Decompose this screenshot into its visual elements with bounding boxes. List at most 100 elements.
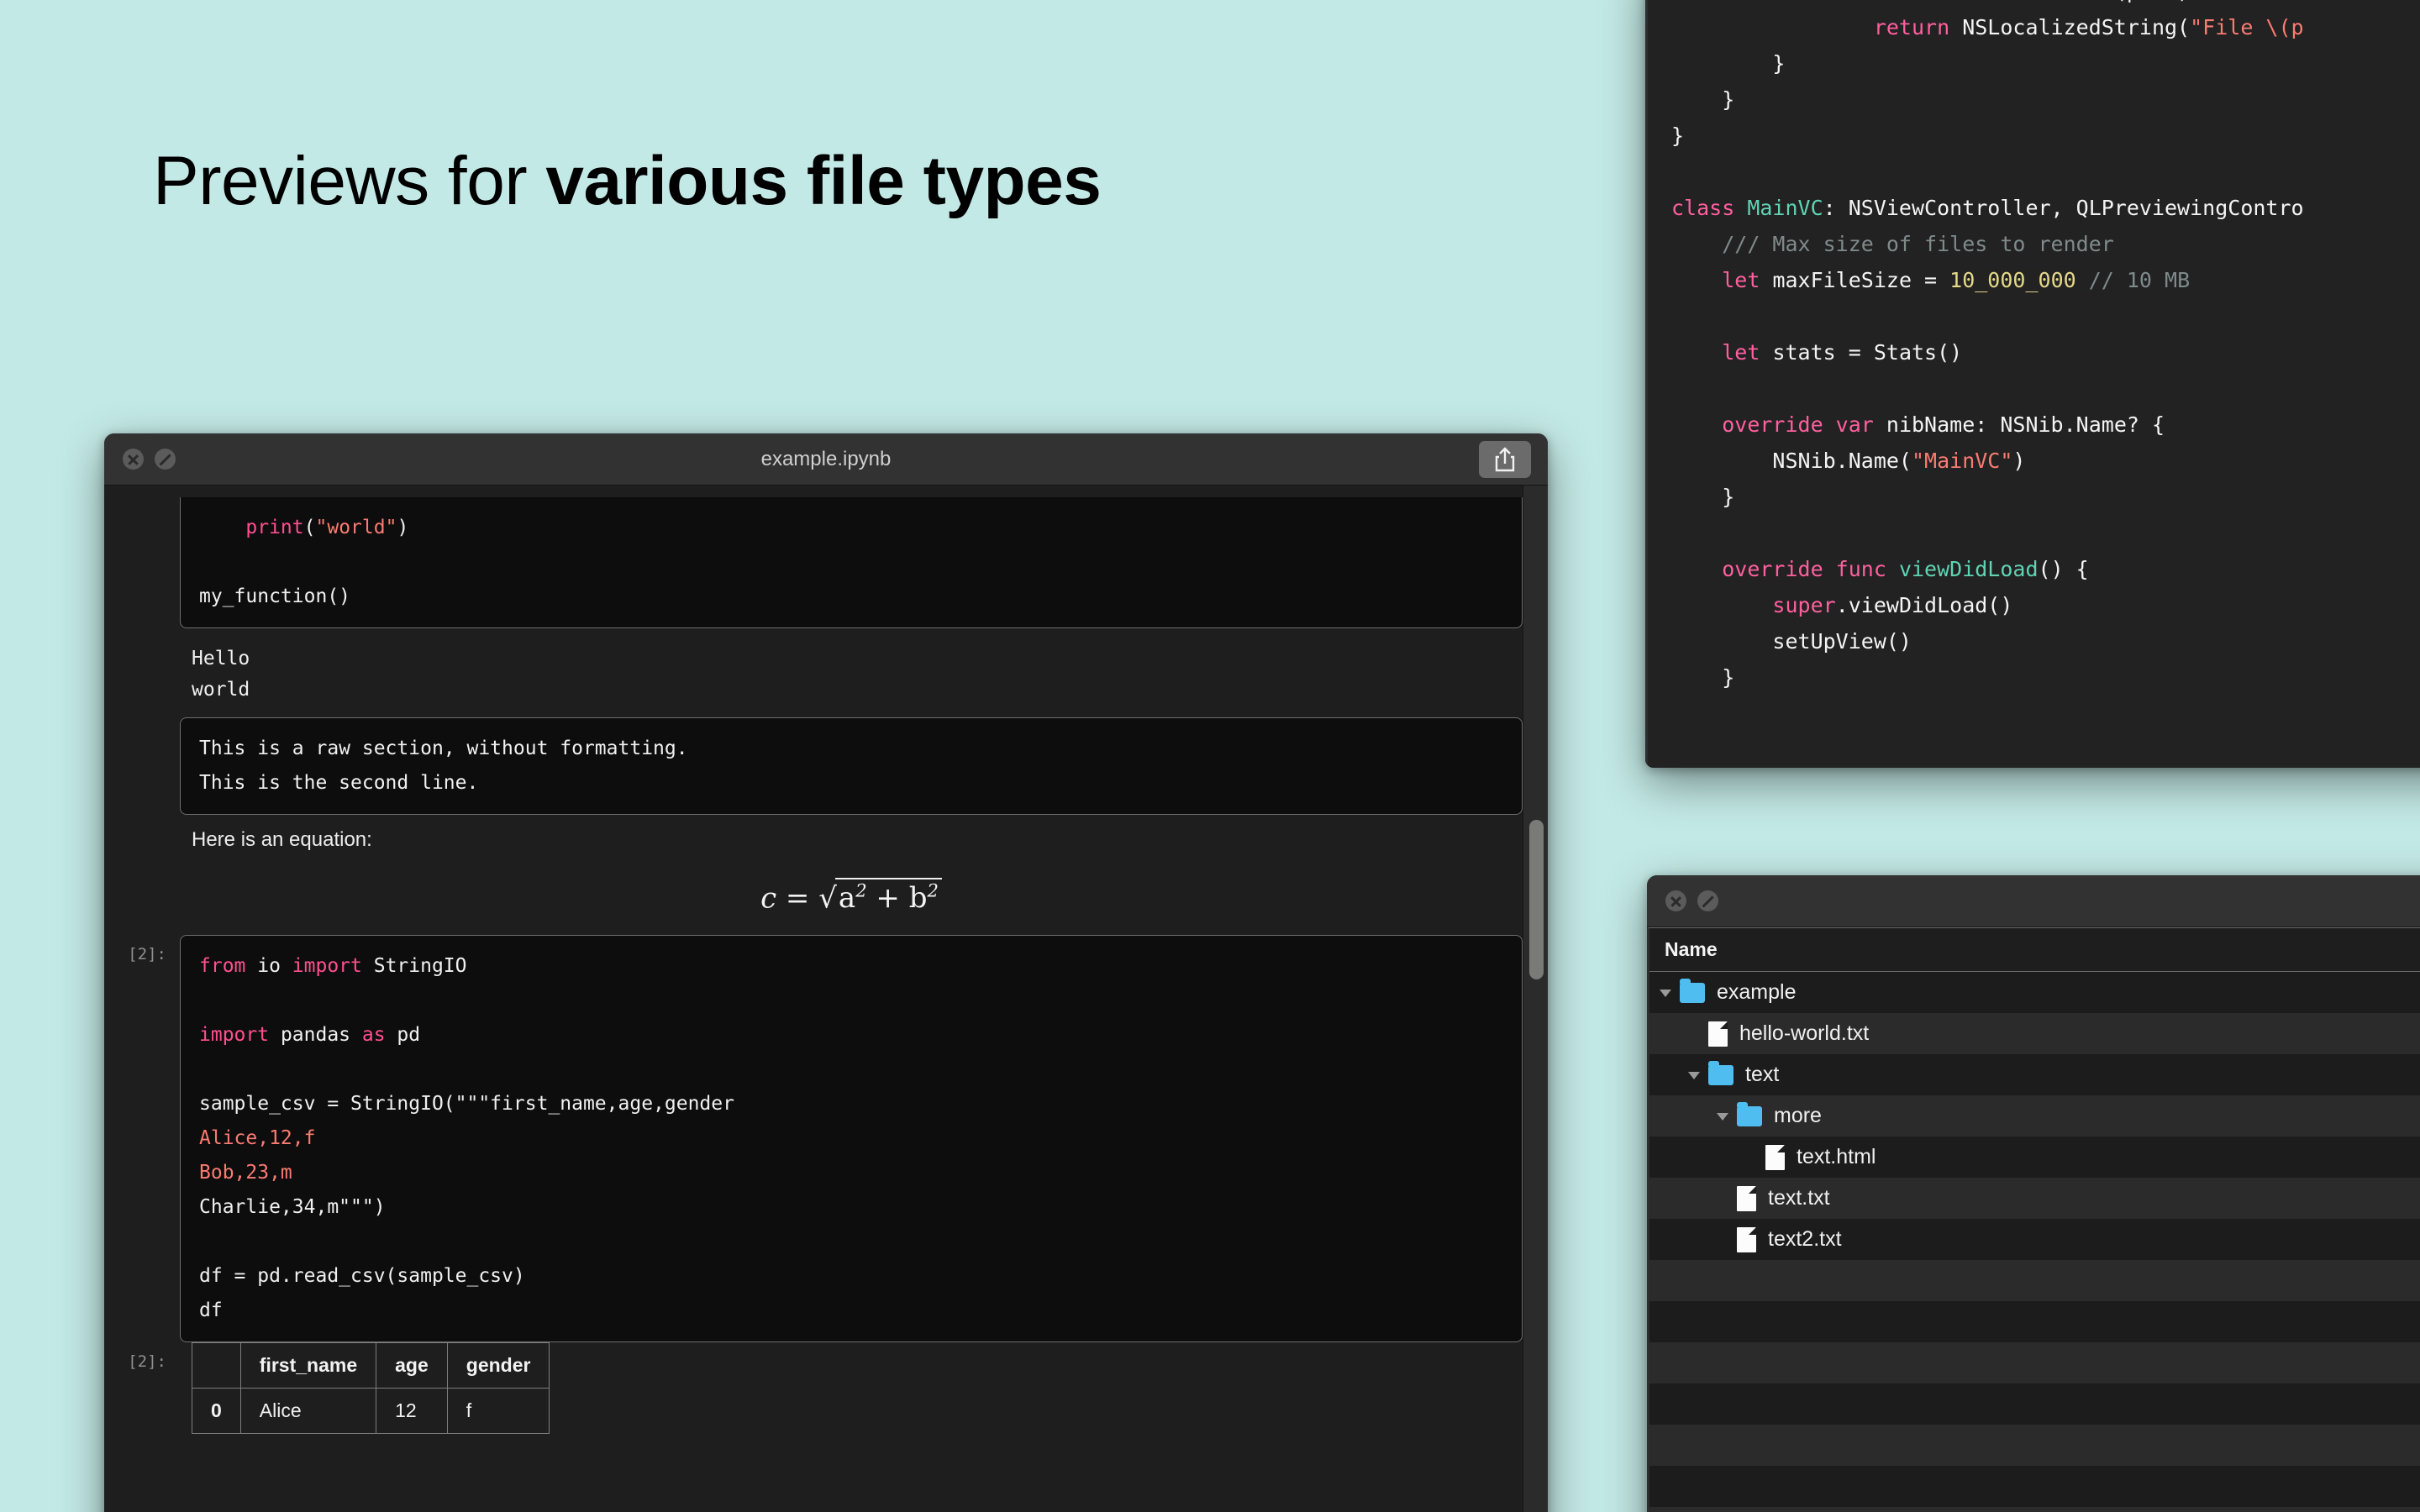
equation-radical: √a2 + b2	[818, 880, 942, 915]
code-line: override var nibName: NSNib.Name? {	[1648, 407, 2420, 443]
file-tree-row[interactable]: text.txt	[1649, 1178, 2420, 1219]
column-header-index	[192, 1343, 241, 1389]
page-title-light: Previews for	[153, 143, 545, 219]
folder-icon	[1737, 1106, 1762, 1126]
file-tree-row[interactable]: hello-world.txt	[1649, 1013, 2420, 1054]
share-icon	[1494, 447, 1516, 472]
code-line: return NSLocalizedString("File \(p	[1648, 9, 2420, 45]
radicand-a: a	[839, 881, 855, 915]
code-line: }	[1648, 45, 2420, 81]
table-cell: f	[447, 1389, 550, 1434]
document-icon	[1737, 1186, 1756, 1211]
code-line	[1648, 515, 2420, 551]
file-tree-row[interactable]: example	[1649, 972, 2420, 1013]
chevron-down-icon[interactable]	[1713, 1111, 1732, 1121]
file-tree-empty-row	[1649, 1466, 2420, 1507]
column-header-name[interactable]: Name	[1649, 928, 2420, 972]
file-tree-item-label: example	[1717, 980, 1805, 1005]
vertical-scrollbar[interactable]	[1523, 486, 1548, 1512]
raw-cell-content: This is a raw section, without formattin…	[180, 717, 1523, 815]
no-entry-icon[interactable]	[1697, 890, 1718, 911]
file-tree-row[interactable]: text.html	[1649, 1137, 2420, 1178]
folder-icon	[1708, 1065, 1733, 1085]
notebook-scroll-area[interactable]: print("world") my_function() Hello world…	[104, 486, 1523, 1512]
file-tree-item-label: text2.txt	[1768, 1227, 1850, 1252]
output-prompt-blank	[104, 628, 180, 717]
file-tree-row[interactable]: more	[1649, 1095, 2420, 1137]
page-title-bold: various file types	[545, 143, 1101, 219]
notebook-raw-cell: This is a raw section, without formattin…	[104, 717, 1523, 815]
code-cell-input[interactable]: from io import StringIO import pandas as…	[180, 935, 1523, 1342]
file-tree-empty-row	[1649, 1301, 2420, 1342]
notebook-output: [2]: first_nameagegender0Alice12f	[104, 1342, 1523, 1434]
column-header-age: age	[376, 1343, 448, 1389]
output-prompt: [2]:	[104, 1342, 180, 1434]
code-line: }	[1648, 118, 2420, 154]
radicand-b: b	[909, 881, 928, 915]
radicand-a-exponent: 2	[855, 880, 866, 901]
file-tree-empty-row	[1649, 1260, 2420, 1301]
code-line: }	[1648, 479, 2420, 515]
latex-equation: c = √a2 + b2	[180, 862, 1523, 935]
code-line	[1648, 154, 2420, 190]
notebook-body: print("world") my_function() Hello world…	[104, 486, 1548, 1512]
file-tree-item-label: text	[1745, 1063, 1787, 1087]
notebook-preview-window[interactable]: example.ipynb print("world") my_function…	[104, 433, 1548, 1512]
code-line	[1648, 370, 2420, 407]
equation-equals: =	[786, 881, 810, 915]
filebrowser-preview-window[interactable]: exam Name example hello-world.txt text more…	[1647, 875, 2420, 1512]
code-line: NSNib.Name("MainVC")	[1648, 443, 2420, 479]
window-controls	[123, 449, 176, 470]
notebook-titlebar[interactable]: example.ipynb	[104, 433, 1548, 486]
cell-prompt: [2]:	[104, 935, 180, 1342]
file-tree-item-label: hello-world.txt	[1739, 1021, 1877, 1046]
scrollbar-thumb[interactable]	[1529, 820, 1544, 979]
close-icon[interactable]	[1665, 890, 1686, 911]
swift-code-pane: case let .fileSizeError(path): return NS…	[1645, 0, 2420, 768]
code-line: class MainVC: NSViewController, QLPrevie…	[1648, 190, 2420, 226]
swift-preview-window[interactable]: case let .fileSizeError(path): return NS…	[1645, 0, 2420, 768]
code-line: let stats = Stats()	[1648, 334, 2420, 370]
filebrowser-body: Name example hello-world.txt text more text.…	[1647, 927, 2420, 1512]
file-tree-item-label: text.html	[1797, 1145, 1884, 1169]
file-tree-row[interactable]: text	[1649, 1054, 2420, 1095]
notebook-markdown-cell: Here is an equation: c = √a2 + b2	[104, 815, 1523, 935]
code-line	[1648, 298, 2420, 334]
document-icon	[1765, 1145, 1785, 1170]
code-line: setUpView()	[1648, 623, 2420, 659]
chevron-down-icon[interactable]	[1685, 1070, 1703, 1080]
table-header-row: first_nameagegender	[192, 1343, 550, 1389]
code-line: }	[1648, 81, 2420, 118]
table-cell: 12	[376, 1389, 448, 1434]
no-entry-icon[interactable]	[155, 449, 176, 470]
file-tree-row[interactable]: text2.txt	[1649, 1219, 2420, 1260]
file-tree-item-label: text.txt	[1768, 1186, 1839, 1210]
notebook-title: example.ipynb	[104, 448, 1548, 471]
markdown-text: Here is an equation:	[180, 815, 1523, 862]
share-button[interactable]	[1479, 441, 1531, 478]
column-header-gender: gender	[447, 1343, 550, 1389]
code-cell-input[interactable]: print("world") my_function()	[180, 497, 1523, 628]
file-tree-empty-row	[1649, 1342, 2420, 1383]
stdout-output: Hello world	[180, 628, 1523, 717]
close-icon[interactable]	[123, 449, 144, 470]
raw-prompt-blank	[104, 717, 180, 815]
file-tree-empty-row	[1649, 1507, 2420, 1512]
code-line: case let .fileSizeError(path):	[1648, 0, 2420, 9]
table-cell: Alice	[240, 1389, 376, 1434]
column-header-first_name: first_name	[240, 1343, 376, 1389]
radicand-b-exponent: 2	[928, 880, 939, 901]
code-line: /// Max size of files to render	[1648, 226, 2420, 262]
page-title: Previews for various file types	[153, 147, 1101, 216]
equation-lhs: c	[760, 881, 776, 915]
file-tree-empty-row	[1649, 1383, 2420, 1425]
file-tree[interactable]: example hello-world.txt text more text.html t…	[1649, 972, 2420, 1512]
file-tree-item-label: more	[1774, 1104, 1830, 1128]
code-line: override func viewDidLoad() {	[1648, 551, 2420, 587]
chevron-down-icon[interactable]	[1656, 988, 1675, 998]
document-icon	[1708, 1021, 1728, 1047]
dataframe-output-table: first_nameagegender0Alice12f	[192, 1342, 550, 1434]
filebrowser-titlebar[interactable]: exam	[1647, 875, 2420, 927]
document-icon	[1737, 1227, 1756, 1252]
notebook-cell: [2]: from io import StringIO import pand…	[104, 935, 1523, 1342]
